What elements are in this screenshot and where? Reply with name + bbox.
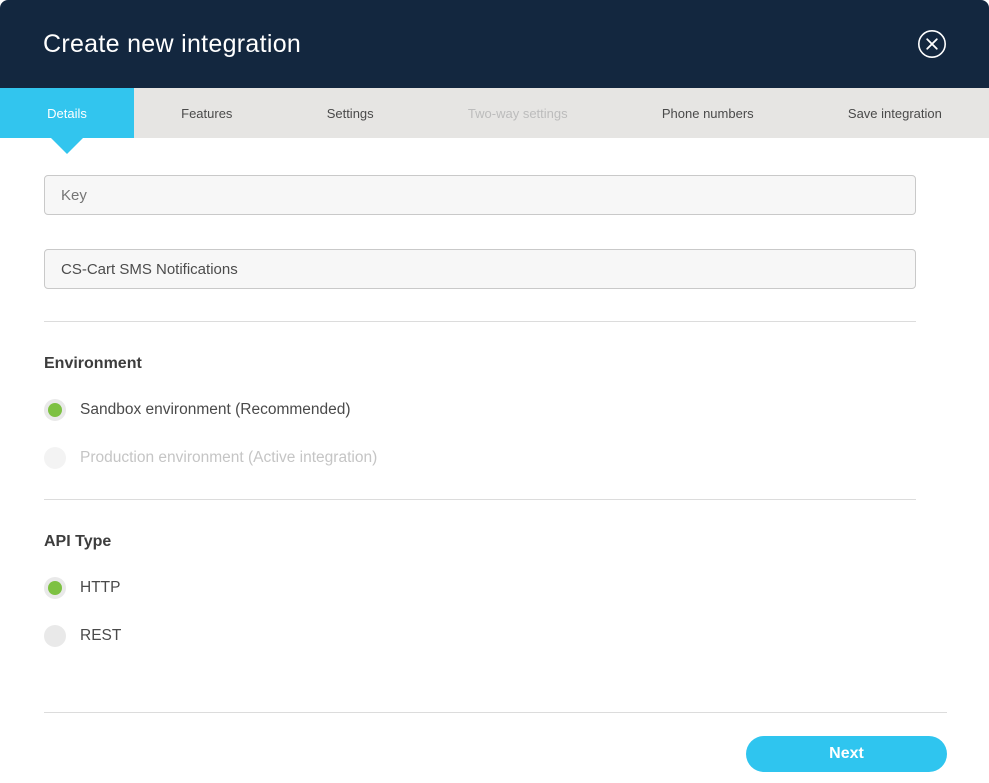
divider — [44, 321, 916, 322]
radio-row-sandbox-environment[interactable]: Sandbox environment (Recommended) — [44, 399, 916, 421]
modal-title: Create new integration — [43, 30, 301, 59]
key-input[interactable] — [44, 175, 916, 215]
radio-production-environment — [44, 447, 66, 469]
tab-phone-numbers[interactable]: Phone numbers — [615, 88, 801, 138]
next-button[interactable]: Next — [746, 736, 947, 772]
modal-footer: Next — [0, 712, 989, 783]
radio-row-production-environment: Production environment (Active integrati… — [44, 447, 916, 469]
radio-sandbox-environment-label: Sandbox environment (Recommended) — [80, 401, 351, 419]
divider — [44, 712, 947, 713]
radio-row-http[interactable]: HTTP — [44, 577, 916, 599]
radio-production-environment-label: Production environment (Active integrati… — [80, 449, 377, 467]
divider — [44, 499, 916, 500]
footer-actions: Next — [44, 736, 947, 772]
radio-row-rest[interactable]: REST — [44, 625, 916, 647]
environment-section-heading: Environment — [44, 355, 916, 373]
tab-features[interactable]: Features — [134, 88, 280, 138]
tab-details[interactable]: Details — [0, 88, 134, 138]
tab-two-way-settings: Two-way settings — [421, 88, 615, 138]
api-type-section-heading: API Type — [44, 533, 916, 551]
tab-settings-label: Settings — [327, 106, 374, 121]
circle-x-icon — [917, 29, 947, 59]
tab-save-integration[interactable]: Save integration — [801, 88, 989, 138]
radio-sandbox-environment[interactable] — [44, 399, 66, 421]
tab-details-label: Details — [47, 106, 87, 121]
modal-header: Create new integration — [0, 0, 989, 88]
tab-features-label: Features — [181, 106, 232, 121]
tab-settings[interactable]: Settings — [280, 88, 421, 138]
tab-two-way-settings-label: Two-way settings — [468, 106, 568, 121]
close-button[interactable] — [917, 29, 947, 59]
tab-phone-numbers-label: Phone numbers — [662, 106, 754, 121]
radio-rest[interactable] — [44, 625, 66, 647]
radio-http[interactable] — [44, 577, 66, 599]
wizard-tab-bar: Details Features Settings Two-way settin… — [0, 88, 989, 138]
integration-name-input[interactable] — [44, 249, 916, 289]
radio-rest-label: REST — [80, 627, 121, 645]
details-form: Environment Sandbox environment (Recomme… — [0, 175, 989, 647]
radio-http-label: HTTP — [80, 579, 120, 597]
create-integration-modal: Create new integration Details Features … — [0, 0, 989, 783]
tab-save-integration-label: Save integration — [848, 106, 942, 121]
